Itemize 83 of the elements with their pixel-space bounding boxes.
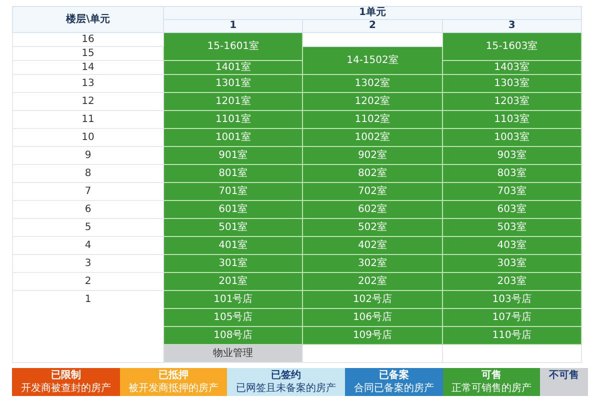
room-cell[interactable]: 1203室 xyxy=(442,92,582,110)
room-cell[interactable]: 105号店 xyxy=(164,308,303,326)
legend-description: 开发商被查封的房产 xyxy=(20,382,111,395)
floor-cell: 7 xyxy=(12,182,164,200)
floor-cell: 6 xyxy=(12,200,164,218)
room-cell[interactable]: 物业管理 xyxy=(164,344,303,362)
legend-description: 正常可销售的房产 xyxy=(452,382,532,395)
room-cell[interactable]: 14-1502室 xyxy=(302,46,442,74)
column-header: 2 xyxy=(302,20,442,32)
room-cell[interactable]: 502室 xyxy=(302,218,442,236)
room-cell[interactable]: 903室 xyxy=(442,146,582,164)
legend-title: 已抵押 xyxy=(158,369,188,382)
room-cell[interactable]: 901室 xyxy=(164,146,303,164)
floor-cell: 15 xyxy=(12,46,164,60)
room-cell[interactable]: 1001室 xyxy=(164,128,303,146)
unit-header: 1单元 xyxy=(164,6,582,20)
room-cell[interactable]: 1403室 xyxy=(442,60,582,74)
legend-title: 已签约 xyxy=(271,369,302,382)
room-cell[interactable]: 401室 xyxy=(164,236,303,254)
room-cell[interactable]: 109号店 xyxy=(302,326,442,344)
room-cell[interactable]: 101号店 xyxy=(164,290,303,308)
room-cell[interactable]: 1303室 xyxy=(442,74,582,92)
room-cell[interactable]: 203室 xyxy=(442,272,582,290)
room-cell[interactable]: 403室 xyxy=(442,236,582,254)
room-cell[interactable]: 801室 xyxy=(164,164,303,182)
room-cell[interactable]: 110号店 xyxy=(442,326,582,344)
room-cell[interactable]: 15-1603室 xyxy=(442,32,582,60)
floor-cell: 13 xyxy=(12,74,164,92)
room-cell[interactable]: 15-1601室 xyxy=(164,32,303,60)
room-cell[interactable]: 202室 xyxy=(302,272,442,290)
room-cell[interactable]: 602室 xyxy=(302,200,442,218)
room-cell[interactable]: 106号店 xyxy=(302,308,442,326)
legend-description: 已网签且未备案的房产 xyxy=(236,382,336,395)
floor-cell: 14 xyxy=(12,60,164,74)
floor-cell: 1 xyxy=(12,290,164,362)
room-cell[interactable]: 302室 xyxy=(302,254,442,272)
legend-description: 被开发商抵押的房产 xyxy=(128,382,218,395)
room-cell[interactable]: 902室 xyxy=(302,146,442,164)
floor-cell: 16 xyxy=(12,32,164,46)
floor-cell: 3 xyxy=(12,254,164,272)
floor-cell: 4 xyxy=(12,236,164,254)
room-cell[interactable]: 1202室 xyxy=(302,92,442,110)
room-cell[interactable]: 301室 xyxy=(164,254,303,272)
floor-unit-header: 楼层\单元 xyxy=(12,6,164,32)
column-header: 3 xyxy=(442,20,582,32)
legend-title: 不可售 xyxy=(549,369,580,382)
room-cell[interactable]: 201室 xyxy=(164,272,303,290)
column-header: 1 xyxy=(164,20,303,32)
floor-cell: 2 xyxy=(12,272,164,290)
floor-cell: 5 xyxy=(12,218,164,236)
room-cell[interactable]: 803室 xyxy=(442,164,582,182)
floor-cell: 9 xyxy=(12,146,164,164)
floor-cell: 11 xyxy=(12,110,164,128)
room-cell[interactable]: 108号店 xyxy=(164,326,303,344)
floor-cell: 12 xyxy=(12,92,164,110)
room-cell[interactable]: 601室 xyxy=(164,200,303,218)
legend-title: 可售 xyxy=(482,369,502,382)
room-cell[interactable]: 1302室 xyxy=(302,74,442,92)
room-cell[interactable]: 701室 xyxy=(164,182,303,200)
room-cell[interactable]: 1103室 xyxy=(442,110,582,128)
room-cell[interactable]: 501室 xyxy=(164,218,303,236)
room-cell[interactable]: 1002室 xyxy=(302,128,442,146)
floor-cell: 10 xyxy=(12,128,164,146)
room-cell[interactable]: 1201室 xyxy=(164,92,303,110)
room-cell[interactable]: 102号店 xyxy=(302,290,442,308)
legend-title: 已备案 xyxy=(378,369,409,382)
room-cell[interactable]: 1003室 xyxy=(442,128,582,146)
room-cell[interactable]: 703室 xyxy=(442,182,582,200)
legend-title: 已限制 xyxy=(50,369,81,382)
legend-description: 合同已备案的房产 xyxy=(354,382,434,395)
room-cell[interactable]: 1301室 xyxy=(164,74,303,92)
room-cell[interactable]: 603室 xyxy=(442,200,582,218)
room-cell[interactable]: 1102室 xyxy=(302,110,442,128)
room-cell[interactable]: 107号店 xyxy=(442,308,582,326)
room-cell[interactable]: 1101室 xyxy=(164,110,303,128)
room-cell[interactable]: 303室 xyxy=(442,254,582,272)
floor-cell: 8 xyxy=(12,164,164,182)
room-cell[interactable]: 802室 xyxy=(302,164,442,182)
room-cell[interactable]: 1401室 xyxy=(164,60,303,74)
room-cell[interactable]: 103号店 xyxy=(442,290,582,308)
room-cell[interactable]: 702室 xyxy=(302,182,442,200)
room-cell[interactable]: 503室 xyxy=(442,218,582,236)
room-cell[interactable]: 402室 xyxy=(302,236,442,254)
